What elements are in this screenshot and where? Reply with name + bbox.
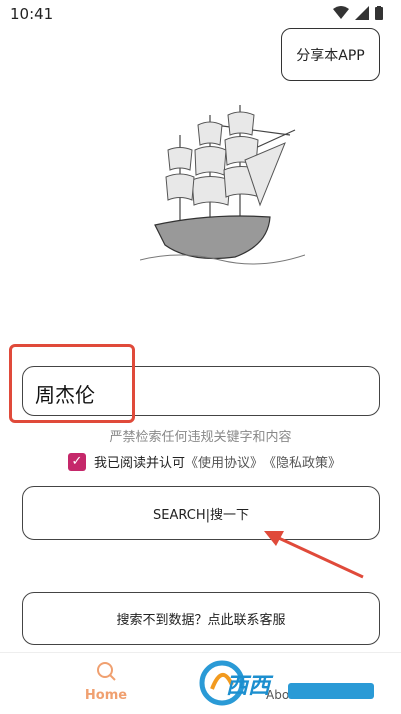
share-app-button[interactable]: 分享本APP <box>281 28 380 81</box>
status-time: 10:41 <box>10 5 54 23</box>
annotation-arrow <box>264 531 364 579</box>
signal-icon <box>355 6 369 20</box>
agreement-row: ✓ 我已阅读并认可 《使用协议》 《隐私政策》 <box>68 452 341 471</box>
status-bar: 10:41 <box>0 0 401 28</box>
tab-home[interactable]: Home <box>75 660 137 703</box>
sailing-ship-illustration <box>140 105 305 265</box>
search-icon <box>97 662 116 681</box>
contact-support-button[interactable]: 搜索不到数据？点此联系客服 <box>22 592 380 645</box>
watermark-text: 西西 <box>226 674 271 699</box>
terms-link[interactable]: 《使用协议》 <box>185 452 263 471</box>
checkmark-icon: ✓ <box>71 454 83 469</box>
tab-home-label: Home <box>84 688 128 703</box>
annotation-highlight-box <box>9 344 135 423</box>
battery-icon <box>375 6 383 20</box>
privacy-link[interactable]: 《隐私政策》 <box>263 452 341 471</box>
agreement-label: 我已阅读并认可 <box>94 456 186 471</box>
search-warning-text: 严禁检索任何违规关键字和内容 <box>109 430 292 445</box>
status-icons <box>333 6 383 20</box>
agreement-checkbox[interactable]: ✓ <box>68 452 86 471</box>
wifi-icon <box>333 6 349 19</box>
